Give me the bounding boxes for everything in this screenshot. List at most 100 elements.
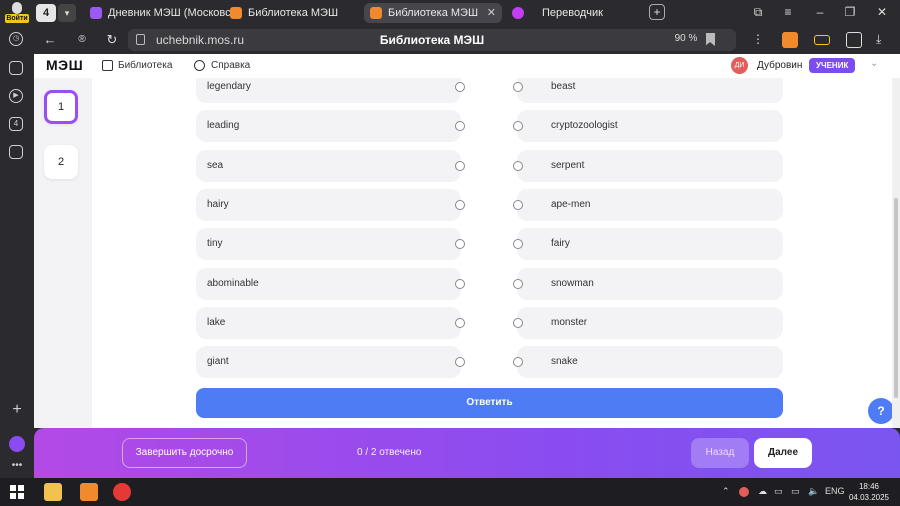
battery-icon[interactable] xyxy=(814,35,830,45)
tab-switcher-icon[interactable]: ⧉ xyxy=(750,5,766,20)
left-option[interactable]: giant xyxy=(196,346,465,379)
reload-icon[interactable]: ↻ xyxy=(104,32,120,48)
chevron-down-icon[interactable]: ⌄ xyxy=(870,58,878,69)
radio-button[interactable] xyxy=(455,160,465,171)
profile-label: Войти xyxy=(5,14,29,23)
bookmark-icon[interactable] xyxy=(705,33,715,46)
action-bar: Завершить досрочно 0 / 2 отвечено Назад … xyxy=(34,428,900,478)
more-icon[interactable]: ••• xyxy=(9,458,25,474)
tray-expand-icon[interactable]: ⌃ xyxy=(722,486,730,497)
close-window-icon[interactable]: ✕ xyxy=(874,5,890,19)
alice-icon[interactable] xyxy=(9,436,25,452)
nav-library[interactable]: Библиотека xyxy=(118,60,172,71)
extension-icon[interactable] xyxy=(782,32,798,48)
question-button-2[interactable]: 2 xyxy=(44,145,78,179)
close-icon[interactable]: ✕ xyxy=(487,3,496,23)
help-button[interactable]: ? xyxy=(868,398,894,424)
radio-button[interactable] xyxy=(455,278,465,289)
tab-library-1[interactable]: Библиотека МЭШ xyxy=(224,3,364,23)
right-option[interactable]: snowman xyxy=(513,267,783,300)
right-option[interactable]: serpent xyxy=(513,149,783,182)
volume-icon[interactable]: 🔈 xyxy=(808,486,819,497)
left-option[interactable]: leading xyxy=(196,110,465,143)
language-indicator[interactable]: ENG xyxy=(825,486,845,496)
right-option[interactable]: cryptozoologist xyxy=(513,110,783,143)
right-option[interactable]: ape-men xyxy=(513,188,783,221)
tray-app-icon[interactable] xyxy=(739,487,749,497)
radio-button[interactable] xyxy=(513,199,523,210)
network-icon[interactable]: ▭ xyxy=(774,486,783,497)
left-option[interactable]: sea xyxy=(196,149,465,182)
translate-icon[interactable] xyxy=(846,32,862,48)
play-icon[interactable]: ▶ xyxy=(9,89,23,103)
submit-answer-button[interactable]: Ответить xyxy=(196,388,783,418)
back-button[interactable]: Назад xyxy=(691,438,749,468)
left-option[interactable]: lake xyxy=(196,306,465,339)
windows-start-icon[interactable] xyxy=(10,485,24,499)
tab-library-2[interactable]: Библиотека МЭШ ✕ xyxy=(364,3,502,23)
option-label: serpent xyxy=(551,159,585,171)
left-option[interactable]: legendary xyxy=(196,78,465,103)
screenshot-icon[interactable] xyxy=(9,145,23,159)
left-option[interactable]: tiny xyxy=(196,228,465,261)
kebab-icon[interactable]: ⋮ xyxy=(752,32,768,48)
restore-icon[interactable]: ❐ xyxy=(842,5,858,19)
file-explorer-icon[interactable] xyxy=(44,483,62,501)
tab-diary[interactable]: Дневник МЭШ (Московс xyxy=(84,3,232,23)
media-app-icon[interactable] xyxy=(80,483,98,501)
user-name[interactable]: Дубровин xyxy=(757,60,802,71)
question-button-1[interactable]: 1 xyxy=(44,90,78,124)
option-label: leading xyxy=(207,120,240,132)
nav-help[interactable]: Справка xyxy=(211,60,250,71)
address-bar[interactable]: uchebnik.mos.ru Библиотека МЭШ xyxy=(128,29,736,51)
minimize-icon[interactable]: – xyxy=(812,5,828,19)
profile-button[interactable]: Войти xyxy=(5,2,29,26)
left-option[interactable]: hairy xyxy=(196,188,465,221)
scrollbar-thumb[interactable] xyxy=(894,198,898,398)
tab-translator[interactable]: Переводчик xyxy=(506,3,644,23)
tray-cloud-icon[interactable]: ☁ xyxy=(758,486,767,497)
radio-button[interactable] xyxy=(455,199,465,210)
radio-button[interactable] xyxy=(513,82,523,92)
lock-icon xyxy=(136,34,145,45)
history-icon[interactable]: ◷ xyxy=(9,32,23,46)
new-tab-button[interactable]: + xyxy=(649,4,665,20)
diary-favicon-icon xyxy=(90,7,102,19)
right-option[interactable]: beast xyxy=(513,78,783,103)
tab-counter[interactable]: 4 xyxy=(36,4,56,22)
download-icon[interactable]: ⤓ xyxy=(876,32,892,48)
back-arrow-icon[interactable]: ← xyxy=(42,32,58,48)
tab-badge-icon[interactable]: 4 xyxy=(9,117,23,131)
radio-button[interactable] xyxy=(513,317,523,328)
radio-button[interactable] xyxy=(455,317,465,328)
collections-icon[interactable] xyxy=(9,61,23,75)
scrollbar[interactable] xyxy=(892,78,900,428)
clock-date: 04.03.2025 xyxy=(848,493,890,502)
option-label: cryptozoologist xyxy=(551,120,618,132)
yandex-browser-icon[interactable] xyxy=(113,483,131,501)
browser-sidebar: Войти ◷ ▶ 4 + ••• xyxy=(0,0,34,478)
zoom-indicator[interactable]: 90 % xyxy=(666,29,706,49)
radio-button[interactable] xyxy=(513,278,523,289)
finish-early-button[interactable]: Завершить досрочно xyxy=(122,438,247,468)
radio-button[interactable] xyxy=(513,121,523,132)
radio-button[interactable] xyxy=(513,160,523,171)
next-button[interactable]: Далее xyxy=(754,438,812,468)
protect-icon[interactable]: ® xyxy=(74,32,90,48)
left-option[interactable]: abominable xyxy=(196,267,465,300)
mesh-logo[interactable]: МЭШ xyxy=(46,57,83,73)
menu-icon[interactable]: ≡ xyxy=(780,5,796,19)
radio-button[interactable] xyxy=(513,239,523,250)
right-option[interactable]: monster xyxy=(513,306,783,339)
right-option[interactable]: fairy xyxy=(513,228,783,261)
radio-button[interactable] xyxy=(455,82,465,92)
option-label: sea xyxy=(207,159,224,171)
add-panel-icon[interactable]: + xyxy=(9,402,25,418)
battery-tray-icon[interactable]: ▭ xyxy=(791,486,800,497)
radio-button[interactable] xyxy=(513,357,523,368)
right-option[interactable]: snake xyxy=(513,346,783,379)
chevron-down-icon[interactable]: ▾ xyxy=(58,4,76,22)
address-row: ← ® ↻ uchebnik.mos.ru Библиотека МЭШ xyxy=(34,26,900,54)
avatar[interactable]: ДИ xyxy=(731,57,748,74)
clock[interactable]: 18:46 04.03.2025 xyxy=(848,481,890,503)
